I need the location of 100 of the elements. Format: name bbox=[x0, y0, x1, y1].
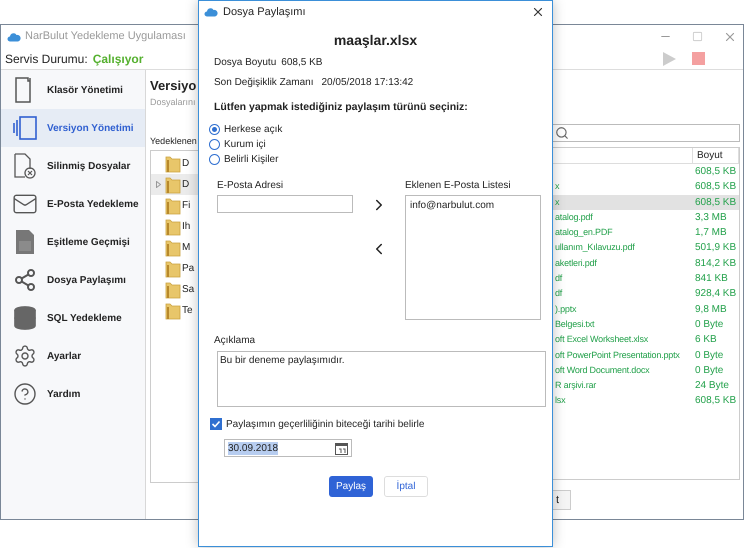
window-title: NarBulut Yedekleme Uygulaması bbox=[25, 29, 186, 44]
file-name: atalog.pdf bbox=[555, 212, 593, 222]
folder-icon bbox=[165, 196, 181, 214]
sidebar-item[interactable]: Yardım bbox=[1, 375, 145, 413]
table-row[interactable]: Belgesi.txt 0 Byte bbox=[553, 316, 739, 332]
sidebar-item[interactable]: Silinmiş Dosyalar bbox=[1, 147, 145, 185]
tree-item[interactable]: Te bbox=[151, 300, 198, 321]
folder-icon bbox=[165, 218, 181, 236]
email-field[interactable] bbox=[217, 195, 353, 213]
date-field[interactable]: 30.09.2018 bbox=[224, 439, 352, 457]
file-size: 6 KB bbox=[694, 333, 718, 348]
folder-icon bbox=[165, 176, 181, 194]
sidebar-item[interactable]: SQL Yedekleme bbox=[1, 299, 145, 337]
checkbox-label: Paylaşımın geçerliliğinin biteceği tarihi belirle bbox=[226, 418, 424, 432]
tree-item[interactable]: Ih bbox=[151, 216, 198, 237]
file-size: 928,4 KB bbox=[694, 287, 738, 302]
file-name: ullanım_Kılavuzu.pdf bbox=[555, 242, 635, 252]
folder-icon bbox=[165, 260, 181, 278]
share-button[interactable]: Paylaş bbox=[329, 476, 373, 497]
file-name: oft PowerPoint Presentation.pptx bbox=[555, 350, 680, 360]
info-label: Dosya Boyutu bbox=[214, 56, 276, 69]
file-name: df bbox=[555, 273, 562, 284]
folder-icon bbox=[165, 302, 181, 320]
database-icon bbox=[12, 305, 38, 331]
search-icon bbox=[555, 126, 569, 140]
email-label: E-Posta Adresi bbox=[217, 179, 284, 192]
close-icon[interactable] bbox=[531, 5, 545, 19]
settings-icon bbox=[13, 344, 37, 368]
sidebar-item[interactable]: Eşitleme Geçmişi bbox=[1, 223, 145, 261]
file-name: x bbox=[555, 196, 560, 207]
table-row[interactable]: oft Excel Worksheet.xlsx 6 KB bbox=[553, 332, 739, 348]
file-name: oft Excel Worksheet.xlsx bbox=[555, 334, 648, 344]
folder-icon bbox=[165, 280, 181, 298]
check-icon bbox=[211, 419, 221, 429]
column-header[interactable]: Boyut bbox=[693, 148, 739, 163]
email-item[interactable]: info@narbulut.com bbox=[410, 199, 536, 212]
dialog-logo bbox=[204, 7, 218, 17]
sidebar-item[interactable]: Dosya Paylaşımı bbox=[1, 261, 145, 299]
tree-item[interactable]: Sa bbox=[151, 279, 198, 300]
description-label: Açıklama bbox=[213, 334, 256, 347]
file-size: 1,7 MB bbox=[694, 226, 728, 240]
expand-icon[interactable] bbox=[156, 181, 161, 188]
tree-label: Yedeklenen bbox=[150, 135, 197, 147]
page-heading: Versiyo bbox=[150, 77, 196, 95]
tree-item[interactable]: D bbox=[151, 153, 198, 174]
email-list-label: Eklenen E-Posta Listesi bbox=[405, 179, 512, 192]
file-name: oft Word Document.docx bbox=[555, 364, 650, 375]
sidebar-item[interactable]: E-Posta Yedekleme bbox=[1, 185, 145, 223]
file-size: 501,9 KB bbox=[694, 241, 738, 256]
tree-item[interactable]: D bbox=[151, 174, 198, 195]
folder-icon bbox=[165, 154, 181, 172]
file-size: 3,3 MB bbox=[694, 210, 728, 225]
file-name: R arşivi.rar bbox=[555, 380, 596, 390]
file-size: 0 Byte bbox=[694, 318, 724, 332]
action-button[interactable]: t bbox=[553, 490, 571, 510]
share-icon bbox=[13, 268, 37, 292]
file-size: 608,5 KB bbox=[694, 394, 738, 408]
sidebar-item[interactable]: Versiyon Yönetimi bbox=[1, 109, 145, 147]
file-name: atalog_en.PDF bbox=[555, 227, 612, 238]
share-type-prompt: Lütfen yapmak istediğiniz paylaşım türünü seçiniz: bbox=[213, 101, 469, 114]
versions-icon bbox=[12, 116, 38, 140]
info-value: 608,5 KB bbox=[281, 56, 322, 69]
file-name-heading: maaşlar.xlsx bbox=[334, 31, 418, 49]
app-logo bbox=[7, 32, 21, 42]
info-value: 20/05/2018 17:13:42 bbox=[321, 76, 414, 89]
sidebar-item[interactable]: Ayarlar bbox=[1, 337, 145, 375]
info-label: Son Değişiklik Zamanı bbox=[214, 76, 314, 89]
checkbox[interactable] bbox=[210, 418, 222, 430]
cancel-button[interactable]: İptal bbox=[384, 476, 428, 497]
maximize-icon[interactable] bbox=[692, 31, 703, 42]
file-size: 0 Byte bbox=[694, 348, 724, 363]
table-row[interactable]: ).pptx 9,8 MB bbox=[553, 302, 739, 317]
calendar-icon[interactable] bbox=[335, 442, 348, 454]
tree-item[interactable]: Pa bbox=[151, 258, 198, 279]
folder-icon bbox=[165, 238, 181, 256]
radio-option[interactable]: Kurum içi bbox=[209, 138, 552, 151]
radio-option[interactable]: Herkese açık bbox=[209, 123, 552, 136]
file-size: 0 Byte bbox=[694, 364, 724, 378]
table-row[interactable]: aketleri.pdf 814,2 KB bbox=[553, 256, 739, 272]
page-subtitle: Dosyalarını bbox=[150, 96, 196, 108]
description-field[interactable]: Bu bir deneme paylaşımıdır. bbox=[217, 351, 546, 407]
dialog-title: Dosya Paylaşımı bbox=[223, 4, 306, 20]
sidebar-item[interactable]: Klasör Yönetimi bbox=[1, 71, 145, 109]
status-value: Çalışıyor bbox=[92, 50, 144, 68]
file-name: aketleri.pdf bbox=[555, 258, 597, 268]
file-size: 24 Byte bbox=[694, 379, 730, 394]
table-row[interactable]: atalog.pdf 3,3 MB bbox=[553, 210, 739, 226]
tree-item[interactable]: M bbox=[151, 237, 198, 258]
radio-option[interactable]: Belirli Kişiler bbox=[209, 153, 552, 166]
tree-item[interactable]: Fi bbox=[151, 195, 198, 216]
play-icon[interactable] bbox=[662, 52, 676, 66]
search-field[interactable] bbox=[553, 124, 740, 142]
file-size: 814,2 KB bbox=[694, 256, 738, 271]
file-size: 608,5 KB bbox=[694, 180, 738, 194]
help-icon bbox=[13, 382, 37, 406]
file-name: lsx bbox=[555, 395, 566, 406]
file-name: x bbox=[555, 181, 560, 192]
file-size: 608,5 KB bbox=[694, 165, 738, 179]
deleted-file-icon bbox=[13, 153, 37, 179]
file-size: 9,8 MB bbox=[694, 302, 728, 317]
